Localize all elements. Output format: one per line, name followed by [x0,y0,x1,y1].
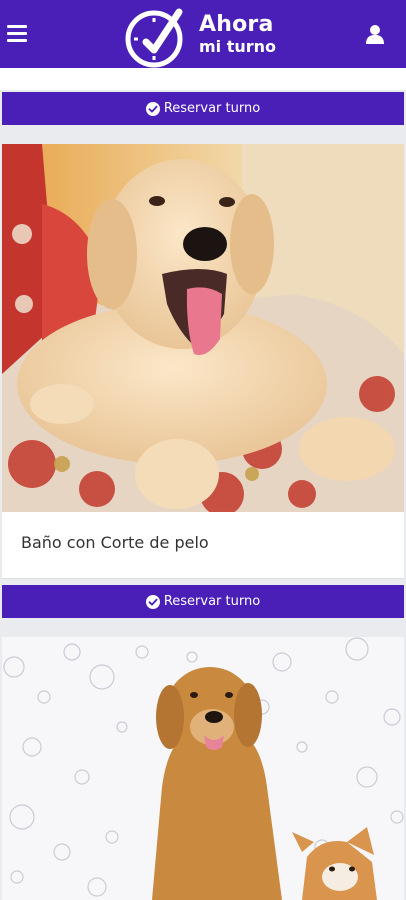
service-image-dogs-bubbles[interactable] [2,637,404,900]
service-card[interactable]: Baño con Corte de pelo [2,512,404,579]
reserve-button-label: Reservar turno [163,594,261,609]
user-icon[interactable] [364,23,386,45]
service-image-puppy[interactable] [2,144,404,512]
app-header: Ahora mi turno [0,0,406,68]
reserve-button[interactable]: Reservar turno [2,585,404,618]
brand-name: Ahora mi turno [199,14,276,55]
brand-line-2: mi turno [199,37,277,56]
dogs-with-bubbles-photo [2,637,404,900]
reserve-button[interactable]: Reservar turno [2,92,404,125]
clock-check-icon [125,8,183,68]
hamburger-menu-icon[interactable] [7,25,27,43]
puppy-on-sofa-photo [2,144,404,512]
service-title: Baño con Corte de pelo [21,533,209,552]
check-circle-icon [145,101,160,116]
previous-card-bottom [0,68,406,90]
brand-line-1: Ahora [199,12,274,37]
reserve-button-label: Reservar turno [163,101,261,116]
check-circle-icon [145,594,160,609]
